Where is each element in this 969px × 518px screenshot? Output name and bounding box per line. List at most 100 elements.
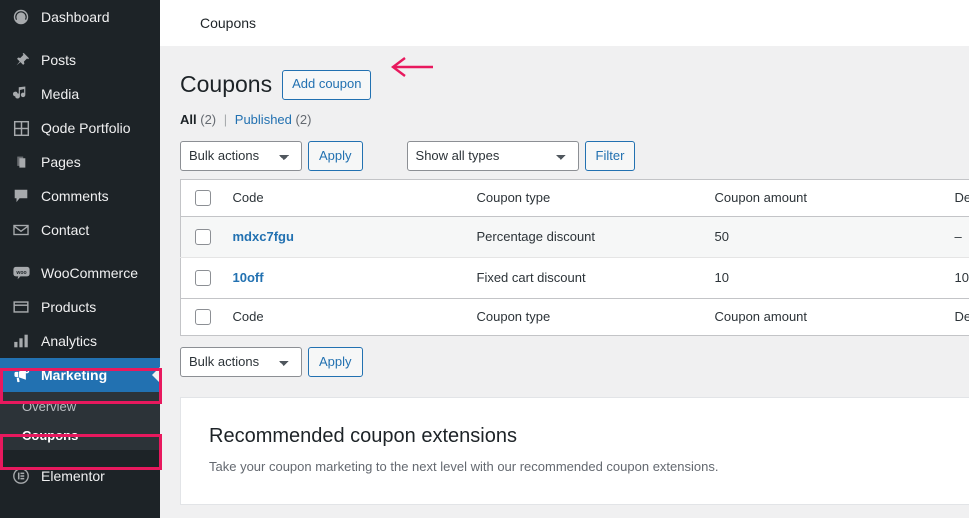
admin-topbar: Coupons [160, 0, 969, 46]
sidebar-subitem-coupons[interactable]: Coupons [0, 421, 160, 450]
topbar-title: Coupons [200, 15, 256, 31]
sidebar-item-dashboard[interactable]: Dashboard [0, 0, 160, 34]
cell-code: 10off [223, 257, 467, 298]
view-count-published: (2) [296, 112, 312, 127]
select-all-checkbox-top[interactable] [195, 190, 211, 206]
select-all-header [181, 179, 223, 216]
sidebar-item-qode-portfolio[interactable]: Qode Portfolio [0, 111, 160, 145]
view-count-all: (2) [200, 112, 216, 127]
sidebar-item-media[interactable]: Media [0, 77, 160, 111]
table-row: 10off Fixed cart discount 10 10 po [181, 257, 969, 298]
sidebar-item-label: Media [41, 86, 79, 102]
column-header-description[interactable]: Description [945, 179, 969, 216]
sidebar-item-products[interactable]: Products [0, 290, 160, 324]
row-checkbox[interactable] [195, 270, 211, 286]
pin-icon [11, 50, 31, 70]
cell-description: 10 po [945, 257, 969, 298]
coupons-table-head: Code Coupon type Coupon amount Descripti… [181, 179, 969, 216]
sidebar-item-elementor[interactable]: Elementor [0, 459, 160, 493]
sidebar-separator [0, 34, 160, 43]
megaphone-icon [11, 365, 31, 385]
sidebar-separator [0, 247, 160, 256]
main-content: Coupons Add coupon All (2) | Published (… [160, 46, 969, 518]
cell-coupon-amount: 10 [705, 257, 945, 298]
view-link-all[interactable]: All [180, 112, 197, 127]
svg-text:woo: woo [15, 269, 26, 275]
row-select-cell [181, 257, 223, 298]
sidebar-item-label: Comments [41, 188, 109, 204]
coupons-table: Code Coupon type Coupon amount Descripti… [180, 179, 969, 336]
apply-button-top[interactable]: Apply [308, 141, 363, 171]
recommended-heading: Recommended coupon extensions [209, 422, 969, 450]
select-all-footer [181, 298, 223, 335]
column-footer-coupon-amount[interactable]: Coupon amount [705, 298, 945, 335]
coupons-table-body: mdxc7fgu Percentage discount 50 – 10off [181, 216, 969, 298]
products-icon [11, 297, 31, 317]
table-row: mdxc7fgu Percentage discount 50 – [181, 216, 969, 257]
sidebar-item-label: Analytics [41, 333, 97, 349]
recommended-extensions-panel: Recommended coupon extensions Take your … [180, 397, 969, 506]
row-checkbox[interactable] [195, 229, 211, 245]
wordpress-admin-screen: Dashboard Posts Media [0, 0, 969, 518]
coupon-code-link[interactable]: mdxc7fgu [233, 229, 294, 244]
cell-coupon-type: Fixed cart discount [467, 257, 705, 298]
cell-description: – [945, 216, 969, 257]
column-footer-code[interactable]: Code [223, 298, 467, 335]
page-header: Coupons Add coupon [180, 46, 949, 100]
add-coupon-button[interactable]: Add coupon [282, 70, 371, 99]
sidebar-item-label: Qode Portfolio [41, 120, 131, 136]
sidebar-item-label: WooCommerce [41, 265, 138, 281]
left-arrow-annotation-icon [385, 56, 435, 78]
sidebar-item-label: Contact [41, 222, 89, 238]
grid-icon [11, 118, 31, 138]
apply-button-bottom[interactable]: Apply [308, 347, 363, 377]
sidebar-item-label: Pages [41, 154, 81, 170]
sidebar-separator [0, 450, 160, 459]
sidebar-item-contact[interactable]: Contact [0, 213, 160, 247]
sidebar-item-label: Dashboard [41, 9, 110, 25]
view-link-published[interactable]: Published [235, 112, 292, 127]
column-header-coupon-amount[interactable]: Coupon amount [705, 179, 945, 216]
sidebar-submenu-marketing: Overview Coupons [0, 392, 160, 450]
column-footer-coupon-type[interactable]: Coupon type [467, 298, 705, 335]
sidebar-item-marketing[interactable]: Marketing [0, 358, 160, 392]
select-all-checkbox-bottom[interactable] [195, 309, 211, 325]
current-menu-arrow-icon [152, 367, 160, 383]
tablenav-bottom: Bulk actions Apply [180, 347, 949, 377]
sidebar-item-pages[interactable]: Pages [0, 145, 160, 179]
column-header-code[interactable]: Code [223, 179, 467, 216]
dashboard-icon [11, 7, 31, 27]
recommended-description: Take your coupon marketing to the next l… [209, 457, 969, 477]
comment-icon [11, 186, 31, 206]
analytics-icon [11, 331, 31, 351]
filter-button[interactable]: Filter [585, 141, 636, 171]
sidebar-item-posts[interactable]: Posts [0, 43, 160, 77]
tablenav-top: Bulk actions Apply Show all types Filter [180, 141, 949, 171]
sidebar-item-woocommerce[interactable]: woo WooCommerce [0, 256, 160, 290]
admin-sidebar: Dashboard Posts Media [0, 0, 160, 518]
sidebar-item-label: Posts [41, 52, 76, 68]
pages-icon [11, 152, 31, 172]
views-filter-links: All (2) | Published (2) [180, 112, 949, 127]
coupon-code-link[interactable]: 10off [233, 270, 264, 285]
sidebar-item-label: Marketing [41, 367, 107, 383]
column-footer-description[interactable]: Description [945, 298, 969, 335]
table-header-row: Code Coupon type Coupon amount Descripti… [181, 179, 969, 216]
column-header-coupon-type[interactable]: Coupon type [467, 179, 705, 216]
sidebar-item-comments[interactable]: Comments [0, 179, 160, 213]
media-icon [11, 84, 31, 104]
views-divider: | [224, 112, 227, 127]
table-footer-row: Code Coupon type Coupon amount Descripti… [181, 298, 969, 335]
sidebar-subitem-overview[interactable]: Overview [0, 392, 160, 421]
bulk-actions-select-top[interactable]: Bulk actions [180, 141, 302, 171]
envelope-icon [11, 220, 31, 240]
woocommerce-icon: woo [11, 263, 31, 283]
cell-coupon-type: Percentage discount [467, 216, 705, 257]
sidebar-item-label: Products [41, 299, 96, 315]
cell-code: mdxc7fgu [223, 216, 467, 257]
coupons-table-foot: Code Coupon type Coupon amount Descripti… [181, 298, 969, 335]
sidebar-item-analytics[interactable]: Analytics [0, 324, 160, 358]
page-title: Coupons [180, 70, 272, 100]
coupon-type-filter-select[interactable]: Show all types [407, 141, 579, 171]
bulk-actions-select-bottom[interactable]: Bulk actions [180, 347, 302, 377]
